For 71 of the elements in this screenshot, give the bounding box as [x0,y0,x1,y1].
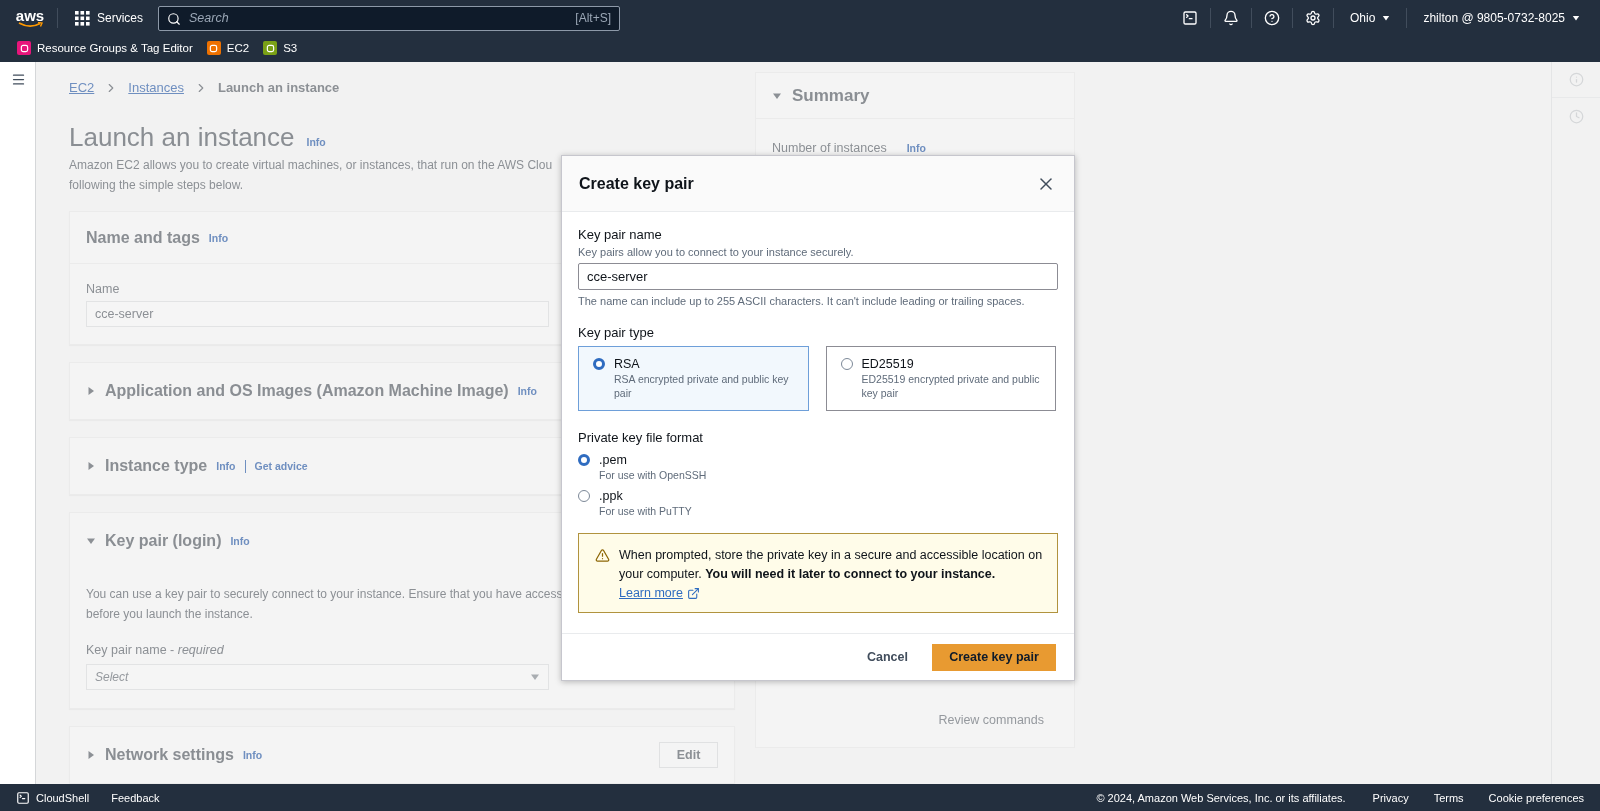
option-description: RSA encrypted private and public key pair [614,372,790,400]
key-pair-name-field[interactable]: cce-server [578,263,1058,290]
breadcrumb-current: Launch an instance [217,80,340,95]
warning-icon [595,548,610,563]
field-label: Key pair name [578,226,663,244]
page-description: Amazon EC2 allows you to create virtual machines, or instances, that run on the AWS Clou [69,157,553,174]
field-label: Number of instances [772,140,887,156]
services-button[interactable]: Services [71,10,147,26]
copyright-text: © 2024, Amazon Web Services, Inc. or its affiliates. [1096,791,1346,804]
section-description: You can use a key pair to securely connect to your instance. Ensure that you have access [86,586,563,603]
footer-link[interactable]: Terms [1433,791,1464,804]
caret-icon [530,672,540,682]
option-title: ED25519 [861,356,915,372]
terminal-icon [16,790,30,805]
field-label: Key pair type [578,324,655,342]
radio-button[interactable] [840,358,853,370]
caret-icon [1382,14,1391,22]
field-label: Name [86,281,121,297]
favorite-link[interactable]: EC2 [206,41,250,55]
notifications-icon[interactable] [1223,10,1239,26]
radio-button[interactable] [578,454,590,466]
cloudshell-link[interactable]: CloudShell [16,790,90,805]
option-description: For use with PuTTY [599,504,692,518]
settings-icon[interactable] [1305,10,1321,26]
radio-button[interactable] [578,490,590,502]
footer-link[interactable]: Privacy [1372,791,1409,804]
page-description: following the simple steps below. [69,177,244,194]
shortcut-hint: [Alt+S] [575,11,611,25]
section-title: Application and OS Images (Amazon Machine Image) [105,382,509,400]
region-menu[interactable]: Ohio [1346,11,1395,25]
section-description: before you launch the instance. [86,606,253,623]
cancel-button[interactable]: Cancel [865,644,910,670]
option-title: RSA [614,356,641,372]
option-title: .ppk [599,488,624,504]
menu-icon[interactable] [11,72,26,87]
section-title: Instance type [105,457,208,475]
dialog-title: Create key pair [579,174,694,193]
expand-caret-icon[interactable] [86,536,96,546]
help-icon[interactable] [1264,10,1280,26]
radio-button[interactable] [593,358,605,370]
field-label: Private key file format [578,429,704,447]
expand-caret-icon[interactable] [86,750,96,760]
external-link-icon [686,587,700,600]
favorite-link[interactable]: S3 [263,41,298,55]
expand-caret-icon[interactable] [86,386,96,396]
option-description: For use with OpenSSH [599,468,707,482]
search-icon [167,11,181,26]
grid-icon [75,10,90,26]
expand-caret-icon[interactable] [86,461,96,471]
section-title: Network settings [105,746,234,764]
key-type-tile[interactable]: ED25519 ED25519 encrypted private and public key pair [825,346,1056,411]
logo[interactable]: aws [16,8,44,28]
learn-more-link[interactable]: Learn more [619,584,700,603]
field-constraint: The name can include up to 255 ASCII characters. It can't include leading or trailing spaces. [578,294,1026,309]
favorite-link[interactable]: Resource Groups & Tag Editor [17,41,193,55]
option-description: ED25519 encrypted private and public key pair [861,372,1041,400]
page-title: Launch an instance [69,121,295,153]
caret-icon [1572,14,1580,22]
option-title: .pem [599,452,628,468]
field-label: Key pair name - required [86,642,225,658]
section-title: Name and tags [86,228,200,247]
account-menu[interactable]: zhilton @ 9805-0732-8025 [1419,11,1584,25]
field-description: Key pairs allow you to connect to your instance securely. [578,245,855,260]
key-type-tile[interactable]: RSA RSA encrypted private and public key pair [578,346,809,411]
create-key-pair-button[interactable]: Create key pair [932,643,1056,671]
footer-link[interactable]: Cookie preferences [1488,791,1584,804]
section-title: Key pair (login) [105,532,222,550]
summary-title: Summary [792,85,870,106]
alert-text: When prompted, store the private key in a secure and accessible location on your computer. You will need it later to connect to your instance. Learn more [619,546,1045,603]
terminal-icon[interactable] [1182,10,1198,26]
feedback-link[interactable]: Feedback [111,791,160,804]
